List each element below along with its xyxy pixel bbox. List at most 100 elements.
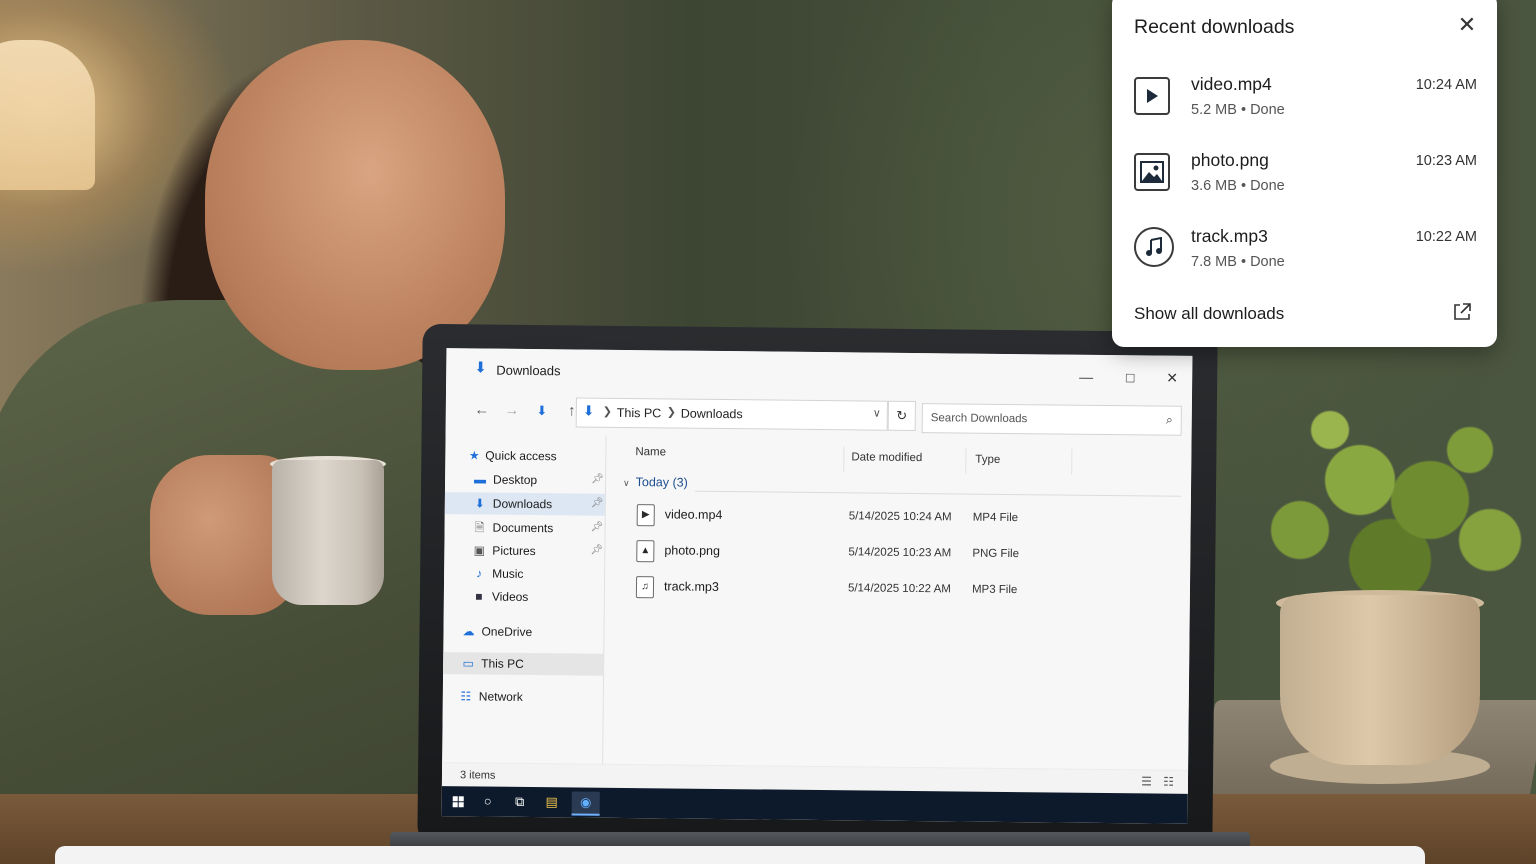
download-item[interactable]: video.mp4 5.2 MB • Done 10:24 AM [1112,65,1497,131]
music-icon: ♪ [476,566,483,581]
music-note-icon [1134,227,1174,267]
pin-icon[interactable]: 📌︎ [591,498,604,509]
document-icon: 🗎︎ [474,520,485,535]
column-divider[interactable] [843,446,845,473]
sidebar-item-label: This PC [481,656,524,671]
sidebar-item-label: Quick access [485,448,557,464]
start-windows-icon[interactable] [444,790,472,812]
column-header-type[interactable]: Type [975,454,1000,478]
desktop-icon: ▬ [474,472,487,487]
sidebar-item-downloads[interactable]: ⬇ Downloads 📌︎ [444,492,605,516]
coffee-mug [272,460,384,605]
download-item[interactable]: photo.png 3.6 MB • Done 10:23 AM [1112,141,1497,207]
cloud-icon: ☁ [462,624,475,639]
column-header-name[interactable]: Name [635,446,666,470]
file-row[interactable]: ▲ photo.png 5/14/2025 10:23 AM PNG File [630,536,1190,572]
browser-icon[interactable]: ◉ [571,791,600,816]
pin-icon[interactable]: 📌︎ [590,545,603,556]
breadcrumb-this-pc[interactable]: This PC [617,406,662,420]
audio-file-icon: ♫ [635,576,655,599]
download-icon: ⬇ [474,496,485,511]
download-meta: 5.2 MB • Done [1191,102,1285,118]
chevron-right-icon[interactable]: ❯ [667,405,676,418]
pin-icon[interactable]: 📌︎ [591,474,604,485]
sidebar-item-quick-access[interactable]: ★ Quick access [445,444,605,468]
sidebar-item-documents[interactable]: 🗎︎ Documents 📌︎ [444,516,604,540]
file-row[interactable]: ♫ track.mp3 5/14/2025 10:22 AM MP3 File [630,572,1190,608]
column-divider[interactable] [965,447,967,474]
download-time: 10:22 AM [1415,229,1477,245]
sidebar-item-label: Music [492,566,524,581]
chevron-down-icon[interactable]: ∨ [873,407,881,420]
image-file-icon: ▲ [636,540,655,563]
show-all-downloads-link[interactable]: Show all downloads [1134,304,1284,324]
column-divider[interactable] [1071,448,1073,475]
details-view-icon[interactable]: ☰ [1141,774,1152,788]
computer-icon: ▭ [462,656,474,671]
video-file-icon: ▶ [636,504,655,527]
title-bar: ⬇ Downloads — □ ✕ [446,348,1192,396]
sidebar-item-this-pc[interactable]: ▭ This PC [443,652,604,676]
star-icon: ★ [468,448,480,463]
file-date: 5/14/2025 10:22 AM [847,582,951,596]
open-external-icon[interactable] [1452,302,1474,324]
search-input[interactable]: Search Downloads ⌕ [921,403,1182,436]
file-type: MP4 File [972,511,1019,525]
sidebar-item-onedrive[interactable]: ☁ OneDrive [443,620,603,644]
download-item[interactable]: track.mp3 7.8 MB • Done 10:22 AM [1112,217,1497,283]
file-row[interactable]: ▶ video.mp4 5/14/2025 10:24 AM MP4 File [631,500,1191,536]
close-button[interactable]: ✕ [1154,366,1190,390]
download-icon: ⬇ [474,359,487,377]
plant-pot [1280,595,1480,765]
back-arrow-icon[interactable]: ← [472,398,492,422]
task-view-icon[interactable]: ⧉ [506,791,534,813]
laptop-screen: ⬇ Downloads — □ ✕ ← → ⬇ ↑ ⬇ ❯ This PC ❯ … [441,348,1193,824]
download-meta: 3.6 MB • Done [1191,178,1285,194]
file-explorer-icon[interactable]: ▤ [538,791,566,813]
download-time: 10:24 AM [1415,77,1477,93]
file-type: MP3 File [971,583,1018,597]
chevron-right-icon[interactable]: ❯ [603,405,612,418]
file-date: 5/14/2025 10:23 AM [848,546,952,560]
sidebar-item-label: Network [478,689,523,704]
recent-locations-icon[interactable]: ⬇ [532,399,552,423]
breadcrumb-downloads[interactable]: Downloads [681,407,743,422]
person-face [205,40,505,370]
download-time: 10:23 AM [1415,153,1477,169]
search-icon[interactable]: ⌕ [1166,413,1173,428]
window-title: Downloads [496,362,561,379]
sidebar-item-label: OneDrive [481,624,533,640]
image-icon [1134,153,1170,191]
videos-icon: ■ [475,589,483,604]
refresh-button[interactable]: ↻ [887,400,916,432]
pictures-icon: ▣ [473,543,486,558]
group-header-today[interactable]: ∨ Today (3) [623,475,688,490]
sidebar-item-network[interactable]: ☷ Network [443,685,603,709]
download-meta: 7.8 MB • Done [1191,254,1285,270]
minimize-button[interactable]: — [1068,365,1104,389]
file-explorer-window: ⬇ Downloads — □ ✕ ← → ⬇ ↑ ⬇ ❯ This PC ❯ … [441,348,1193,795]
search-circle-icon[interactable]: ○ [474,790,502,812]
sidebar-item-music[interactable]: ♪ Music [444,562,604,586]
pin-icon[interactable]: 📌︎ [591,522,604,533]
maximize-button[interactable]: □ [1112,365,1148,389]
play-icon [1134,77,1170,115]
close-icon[interactable]: ✕ [1452,10,1482,40]
sidebar-item-pictures[interactable]: ▣ Pictures 📌︎ [444,539,604,563]
address-bar[interactable]: ⬇ ❯ This PC ❯ Downloads ∨ [575,397,888,431]
sidebar-item-videos[interactable]: ■ Videos [444,585,604,609]
file-name: video.mp4 [664,507,723,523]
file-name: photo.png [664,543,721,558]
sidebar-item-desktop[interactable]: ▬ Desktop 📌︎ [445,468,605,492]
sidebar-item-label: Pictures [492,543,536,559]
sidebar-item-label: Documents [492,520,554,536]
large-icons-view-icon[interactable]: ☷ [1163,775,1174,789]
download-file-name: photo.png [1191,150,1269,170]
column-header-date[interactable]: Date modified [851,451,922,476]
chevron-down-icon[interactable]: ∨ [623,478,630,488]
navigation-buttons: ← → ⬇ ↑ [472,398,582,423]
file-name: track.mp3 [663,579,719,594]
forward-arrow-icon[interactable]: → [502,399,522,423]
search-placeholder: Search Downloads [930,412,1028,426]
group-label: Today (3) [635,475,688,490]
